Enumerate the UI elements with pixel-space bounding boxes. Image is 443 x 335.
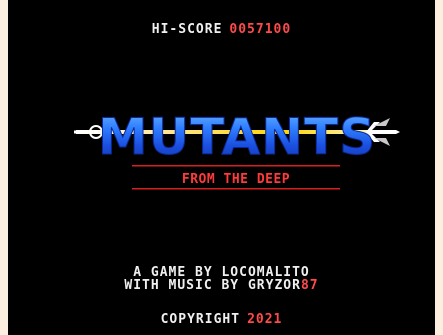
game-screen: HI-SCORE 0057100 MUTANTS FROM THE DEEP A… <box>8 0 435 335</box>
credits-music-suffix: 87 <box>300 278 319 293</box>
hiscore-value: 0057100 <box>229 22 292 37</box>
copyright-year: 2021 <box>247 312 283 327</box>
logo-main-text: MUTANTS <box>98 108 376 166</box>
game-logo: MUTANTS FROM THE DEEP <box>74 108 400 190</box>
copyright-label: COPYRIGHT <box>160 312 241 327</box>
logo-subtitle-band: FROM THE DEEP <box>132 165 340 190</box>
logo-subtitle: FROM THE DEEP <box>182 172 290 187</box>
hiscore-label: HI-SCORE <box>151 22 223 37</box>
credits-line-2: WITH MUSIC BY GRYZOR87 <box>8 278 435 293</box>
copyright-line: COPYRIGHT 2021 <box>8 313 435 327</box>
credits-music: WITH MUSIC BY GRYZOR <box>124 278 301 293</box>
hiscore-display: HI-SCORE 0057100 <box>8 22 435 38</box>
